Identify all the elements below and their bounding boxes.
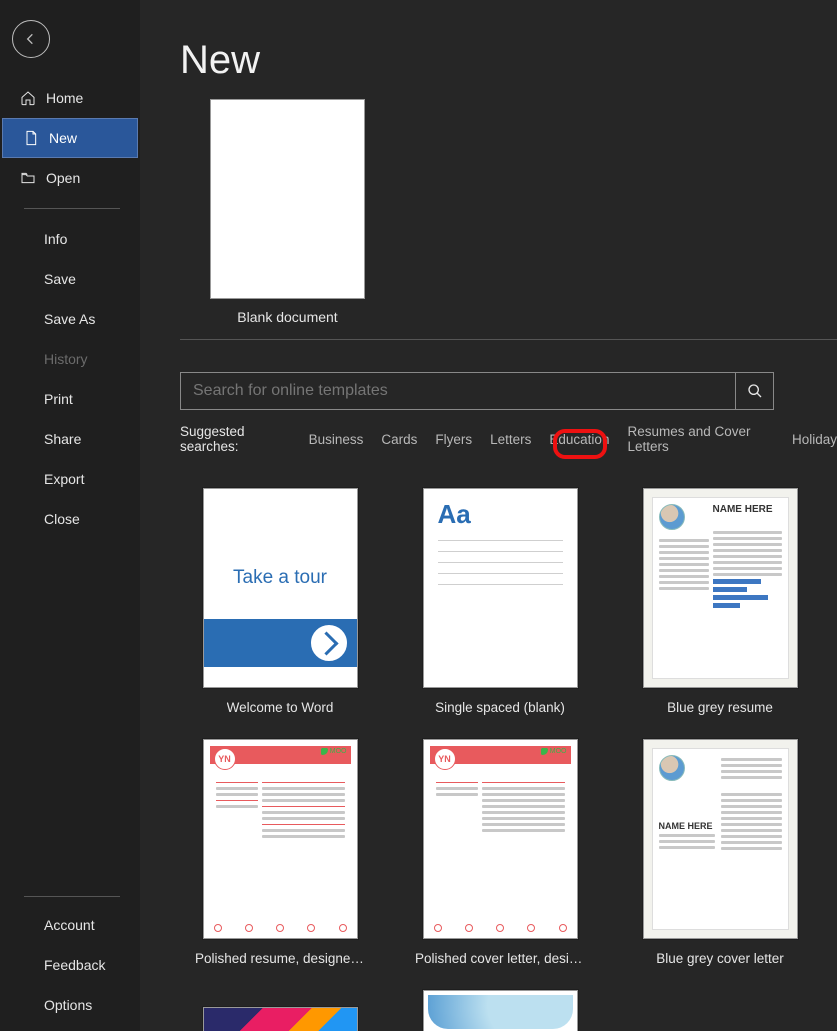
blank-document-label: Blank document [237, 309, 337, 325]
template-thumb: NAME HERE [643, 488, 798, 688]
document-icon [23, 130, 39, 146]
template-blue-grey-cover-letter[interactable]: NAME HERE Blue grey cover letter [620, 739, 820, 966]
tag-holiday[interactable]: Holiday [792, 432, 837, 447]
tag-business[interactable]: Business [309, 432, 364, 447]
template-polished-resume[interactable]: MOO YN Polished resume, designed… [180, 739, 380, 966]
arrow-right-icon [309, 623, 349, 663]
tag-resumes[interactable]: Resumes and Cover Letters [627, 424, 774, 454]
sidebar-label-open: Open [46, 170, 80, 186]
sidebar-item-save[interactable]: Save [44, 259, 140, 299]
backstage-sidebar: Home New Open Info Save Save As History … [0, 0, 140, 1031]
sidebar-item-history: History [44, 339, 140, 379]
template-thumb: Aa [423, 488, 578, 688]
sidebar-item-save-as[interactable]: Save As [44, 299, 140, 339]
template-thumb: MOO YN [203, 739, 358, 939]
suggested-searches: Suggested searches: Business Cards Flyer… [180, 424, 837, 454]
template-thumb: NAME HERE [643, 739, 798, 939]
sidebar-item-share[interactable]: Share [44, 419, 140, 459]
sidebar-label-home: Home [46, 90, 83, 106]
avatar-icon [659, 504, 685, 530]
template-single-spaced[interactable]: Aa Single spaced (blank) [400, 488, 600, 715]
template-thumb: WEEK OF [423, 990, 578, 1031]
avatar-icon [659, 755, 685, 781]
sidebar-item-options[interactable]: Options [44, 985, 140, 1025]
sidebar-item-feedback[interactable]: Feedback [44, 945, 140, 985]
search-input[interactable] [180, 372, 736, 410]
main-panel: New Blank document Suggested searches: B… [140, 0, 837, 1031]
template-thumb [203, 1007, 358, 1031]
template-thumb: MOO YN [423, 739, 578, 939]
template-partial-1[interactable] [180, 1007, 380, 1031]
sidebar-item-info[interactable]: Info [44, 219, 140, 259]
tag-flyers[interactable]: Flyers [435, 432, 472, 447]
section-divider [180, 339, 837, 340]
template-grid-row-partial: WEEK OF [180, 990, 837, 1031]
template-partial-2[interactable]: WEEK OF [400, 990, 600, 1031]
template-polished-cover-letter[interactable]: MOO YN Polished cover letter, desig… [400, 739, 600, 966]
sidebar-item-new[interactable]: New [2, 118, 138, 158]
sidebar-item-export[interactable]: Export [44, 459, 140, 499]
template-blank-document[interactable]: Blank document [180, 99, 365, 325]
search-button[interactable] [736, 372, 774, 410]
template-grid: Take a tour Welcome to Word Aa Single sp… [180, 488, 837, 966]
blank-document-thumb [210, 99, 365, 299]
tag-education[interactable]: Education [549, 432, 609, 447]
template-welcome-to-word[interactable]: Take a tour Welcome to Word [180, 488, 380, 715]
sidebar-item-account[interactable]: Account [44, 905, 140, 945]
sidebar-item-open[interactable]: Open [0, 158, 140, 198]
home-icon [20, 90, 36, 106]
suggested-label: Suggested searches: [180, 424, 291, 454]
tag-cards[interactable]: Cards [381, 432, 417, 447]
back-arrow-icon [23, 31, 39, 47]
sidebar-label-new: New [49, 130, 77, 146]
sidebar-divider-bottom [24, 896, 120, 897]
template-blue-grey-resume[interactable]: NAME HERE [620, 488, 820, 715]
sidebar-divider [24, 208, 120, 209]
sidebar-item-close[interactable]: Close [44, 499, 140, 539]
page-title: New [180, 38, 837, 83]
tag-letters[interactable]: Letters [490, 432, 531, 447]
search-icon [747, 383, 763, 399]
sidebar-item-home[interactable]: Home [0, 78, 140, 118]
template-thumb: Take a tour [203, 488, 358, 688]
back-button[interactable] [12, 20, 50, 58]
sidebar-item-print[interactable]: Print [44, 379, 140, 419]
folder-open-icon [20, 170, 36, 186]
